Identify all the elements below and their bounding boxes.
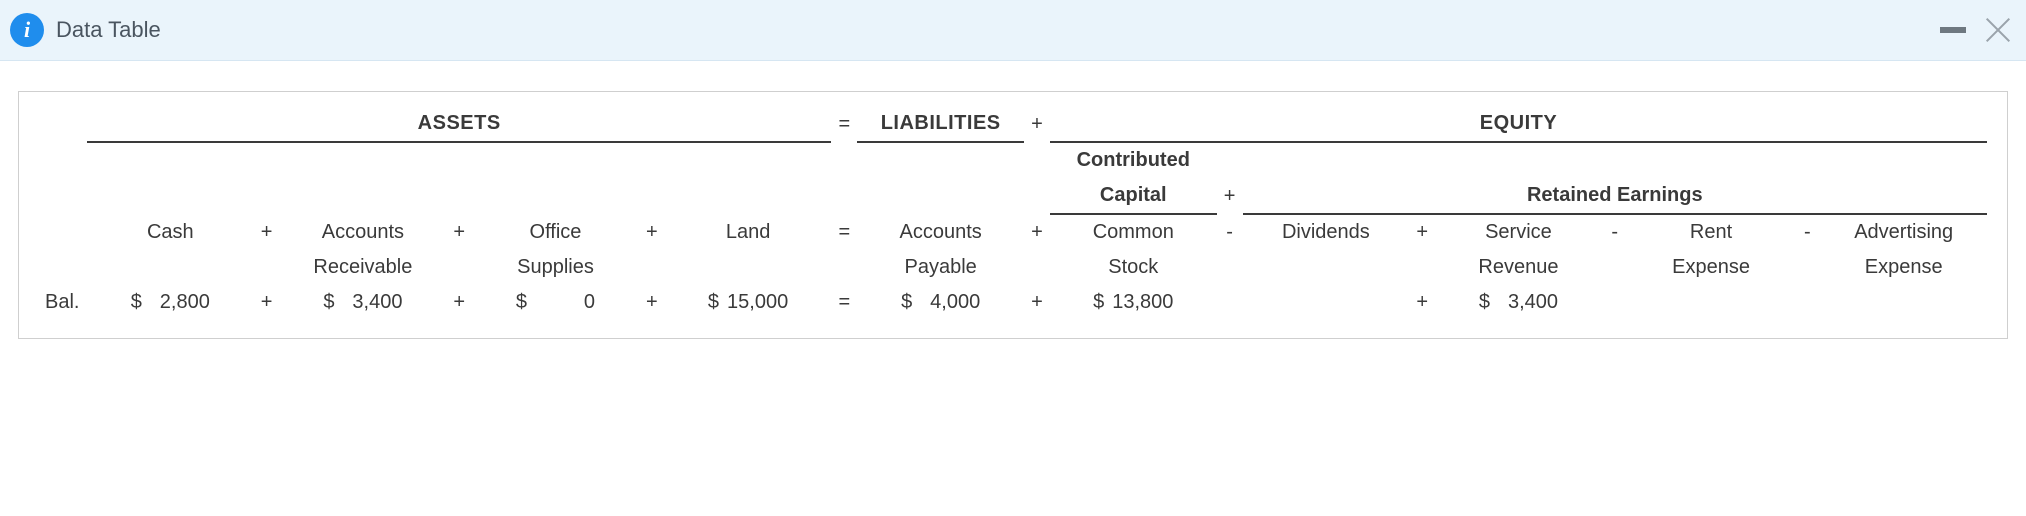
title-bar: i Data Table xyxy=(0,0,2026,61)
col-accounts-payable: Accounts xyxy=(857,214,1024,250)
equals-op: = xyxy=(831,214,857,250)
value-common-stock: $13,800 xyxy=(1050,285,1217,320)
col-advertising-expense-2: Expense xyxy=(1820,250,1987,285)
section-header-row: ASSETS = LIABILITIES + EQUITY xyxy=(39,106,1987,142)
info-icon: i xyxy=(10,13,44,47)
value-office-supplies: $0 xyxy=(472,285,639,320)
plus-op: + xyxy=(1409,214,1435,250)
col-accounts-payable-2: Payable xyxy=(857,250,1024,285)
plus-op: + xyxy=(639,285,665,320)
col-advertising-expense: Advertising xyxy=(1820,214,1987,250)
col-service-revenue: Service xyxy=(1435,214,1602,250)
equals-op: = xyxy=(831,285,857,320)
row-label-balance: Bal. xyxy=(39,285,87,320)
content-area: ASSETS = LIABILITIES + EQUITY Contribute… xyxy=(0,61,2026,359)
plus-op: + xyxy=(446,285,472,320)
col-dividends: Dividends xyxy=(1243,214,1410,250)
col-rent-expense-2: Expense xyxy=(1628,250,1795,285)
minus-op: - xyxy=(1217,214,1243,250)
col-accounts-receivable: Accounts xyxy=(280,214,447,250)
plus-op: + xyxy=(446,214,472,250)
minimize-icon[interactable] xyxy=(1940,27,1966,33)
minus-op: - xyxy=(1794,214,1820,250)
column-header-row-1: Cash + Accounts + Office + Land = Accoun… xyxy=(39,214,1987,250)
balance-row: Bal. $2,800 + $3,400 + $0 + $15,000 = xyxy=(39,285,1987,320)
equity-sub2-row: Capital + Retained Earnings xyxy=(39,178,1987,214)
capital-label: Capital xyxy=(1050,178,1217,214)
col-service-revenue-2: Revenue xyxy=(1435,250,1602,285)
plus-op: + xyxy=(1024,214,1050,250)
column-header-row-2: Receivable Supplies Payable Stock Revenu… xyxy=(39,250,1987,285)
col-office-supplies: Office xyxy=(472,214,639,250)
equity-header: EQUITY xyxy=(1050,106,1987,142)
value-land: $15,000 xyxy=(665,285,832,320)
plus-op: + xyxy=(1409,285,1435,320)
col-cash: Cash xyxy=(87,214,254,250)
col-accounts-receivable-2: Receivable xyxy=(280,250,447,285)
window-title: Data Table xyxy=(56,17,161,43)
value-accounts-receivable: $3,400 xyxy=(280,285,447,320)
plus-op: + xyxy=(1217,178,1243,214)
minus-op: - xyxy=(1602,214,1628,250)
value-cash: $2,800 xyxy=(87,285,254,320)
close-icon[interactable] xyxy=(1984,16,2012,44)
value-accounts-payable: $4,000 xyxy=(857,285,1024,320)
plus-op: + xyxy=(1024,285,1050,320)
plus-op: + xyxy=(254,214,280,250)
plus-op: + xyxy=(639,214,665,250)
col-common-stock-2: Stock xyxy=(1050,250,1217,285)
col-land: Land xyxy=(665,214,832,250)
plus-op: + xyxy=(254,285,280,320)
accounting-table: ASSETS = LIABILITIES + EQUITY Contribute… xyxy=(39,106,1987,320)
plus-op: + xyxy=(1024,106,1050,142)
value-service-revenue: $3,400 xyxy=(1435,285,1602,320)
assets-header: ASSETS xyxy=(87,106,831,142)
liabilities-header: LIABILITIES xyxy=(857,106,1024,142)
contributed-label: Contributed xyxy=(1050,142,1217,178)
retained-earnings-label: Retained Earnings xyxy=(1243,178,1987,214)
data-table: ASSETS = LIABILITIES + EQUITY Contribute… xyxy=(18,91,2008,339)
col-rent-expense: Rent xyxy=(1628,214,1795,250)
col-office-supplies-2: Supplies xyxy=(472,250,639,285)
title-bar-left: i Data Table xyxy=(10,13,161,47)
title-bar-controls xyxy=(1940,16,2012,44)
equals-op: = xyxy=(831,106,857,142)
col-common-stock: Common xyxy=(1050,214,1217,250)
equity-sub1-row: Contributed xyxy=(39,142,1987,178)
